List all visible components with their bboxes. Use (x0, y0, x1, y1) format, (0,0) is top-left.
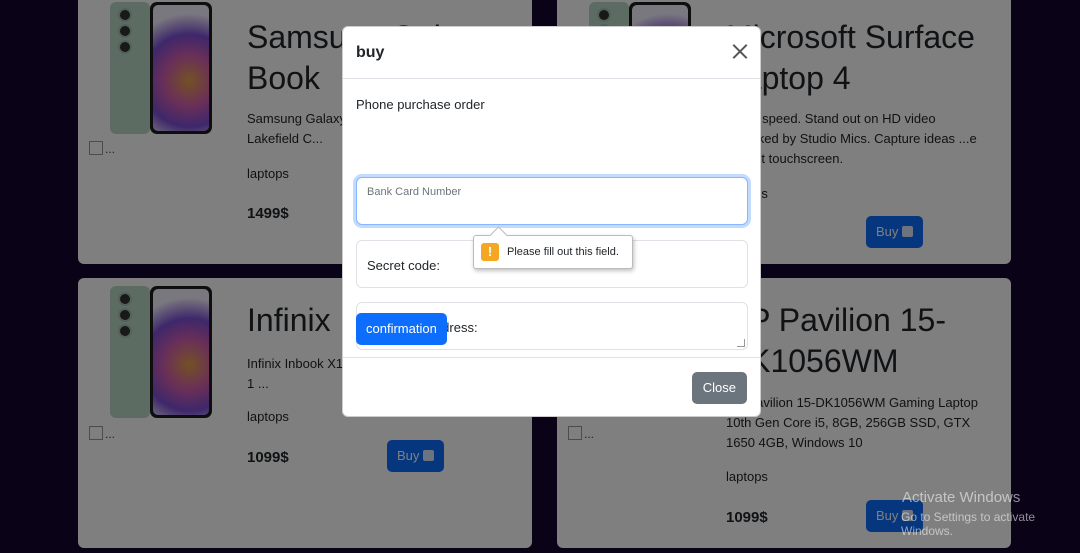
secret-code-label: Secret code: (367, 258, 440, 273)
buy-modal: buy Phone purchase order Bank Card Numbe… (342, 26, 761, 417)
confirmation-button[interactable]: confirmation (356, 313, 447, 345)
form-caption: Phone purchase order (356, 97, 485, 112)
modal-title: buy (356, 44, 385, 61)
bank-card-number-placeholder: Bank Card Number (367, 186, 462, 198)
close-button[interactable]: Close (691, 372, 747, 404)
bank-card-number-input[interactable]: Bank Card Number (356, 177, 748, 225)
warning-icon: ! (481, 243, 499, 261)
activate-windows-subtitle: Go to Settings to activate Windows. (901, 510, 1036, 538)
modal-header: buy (343, 27, 760, 79)
resize-handle-icon[interactable] (737, 339, 745, 347)
validation-tooltip: ! Please fill out this field. (473, 235, 633, 269)
validation-message: Please fill out this field. (507, 246, 619, 258)
close-icon[interactable] (732, 43, 748, 59)
activate-windows-title: Activate Windows (902, 489, 1021, 506)
